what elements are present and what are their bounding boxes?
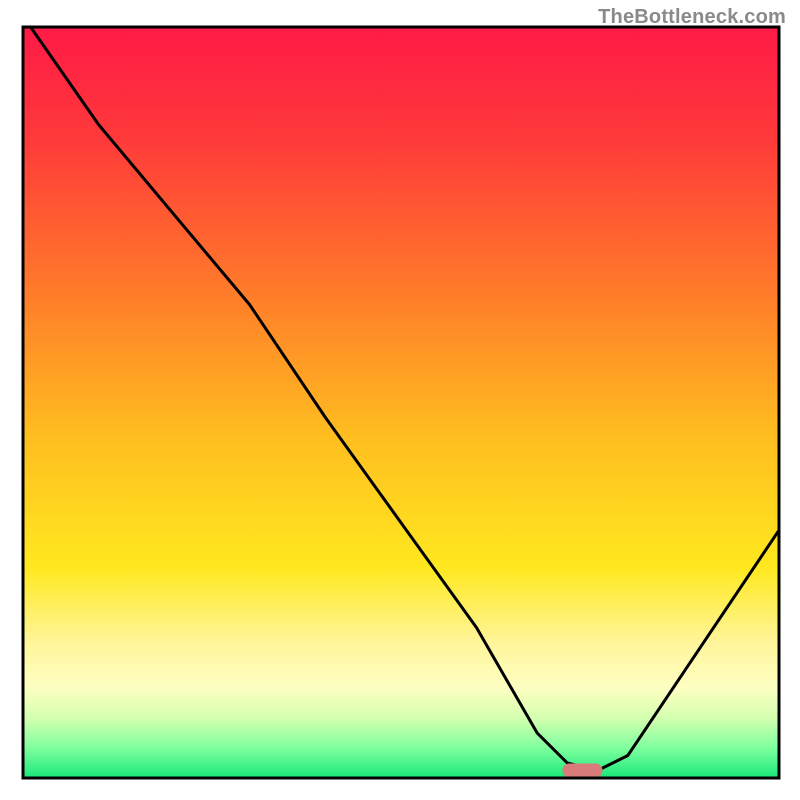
bottleneck-chart: [0, 0, 800, 800]
optimal-marker: [562, 763, 602, 777]
watermark-label: TheBottleneck.com: [598, 6, 786, 29]
plot-background: [23, 27, 779, 778]
chart-container: TheBottleneck.com: [0, 0, 800, 800]
